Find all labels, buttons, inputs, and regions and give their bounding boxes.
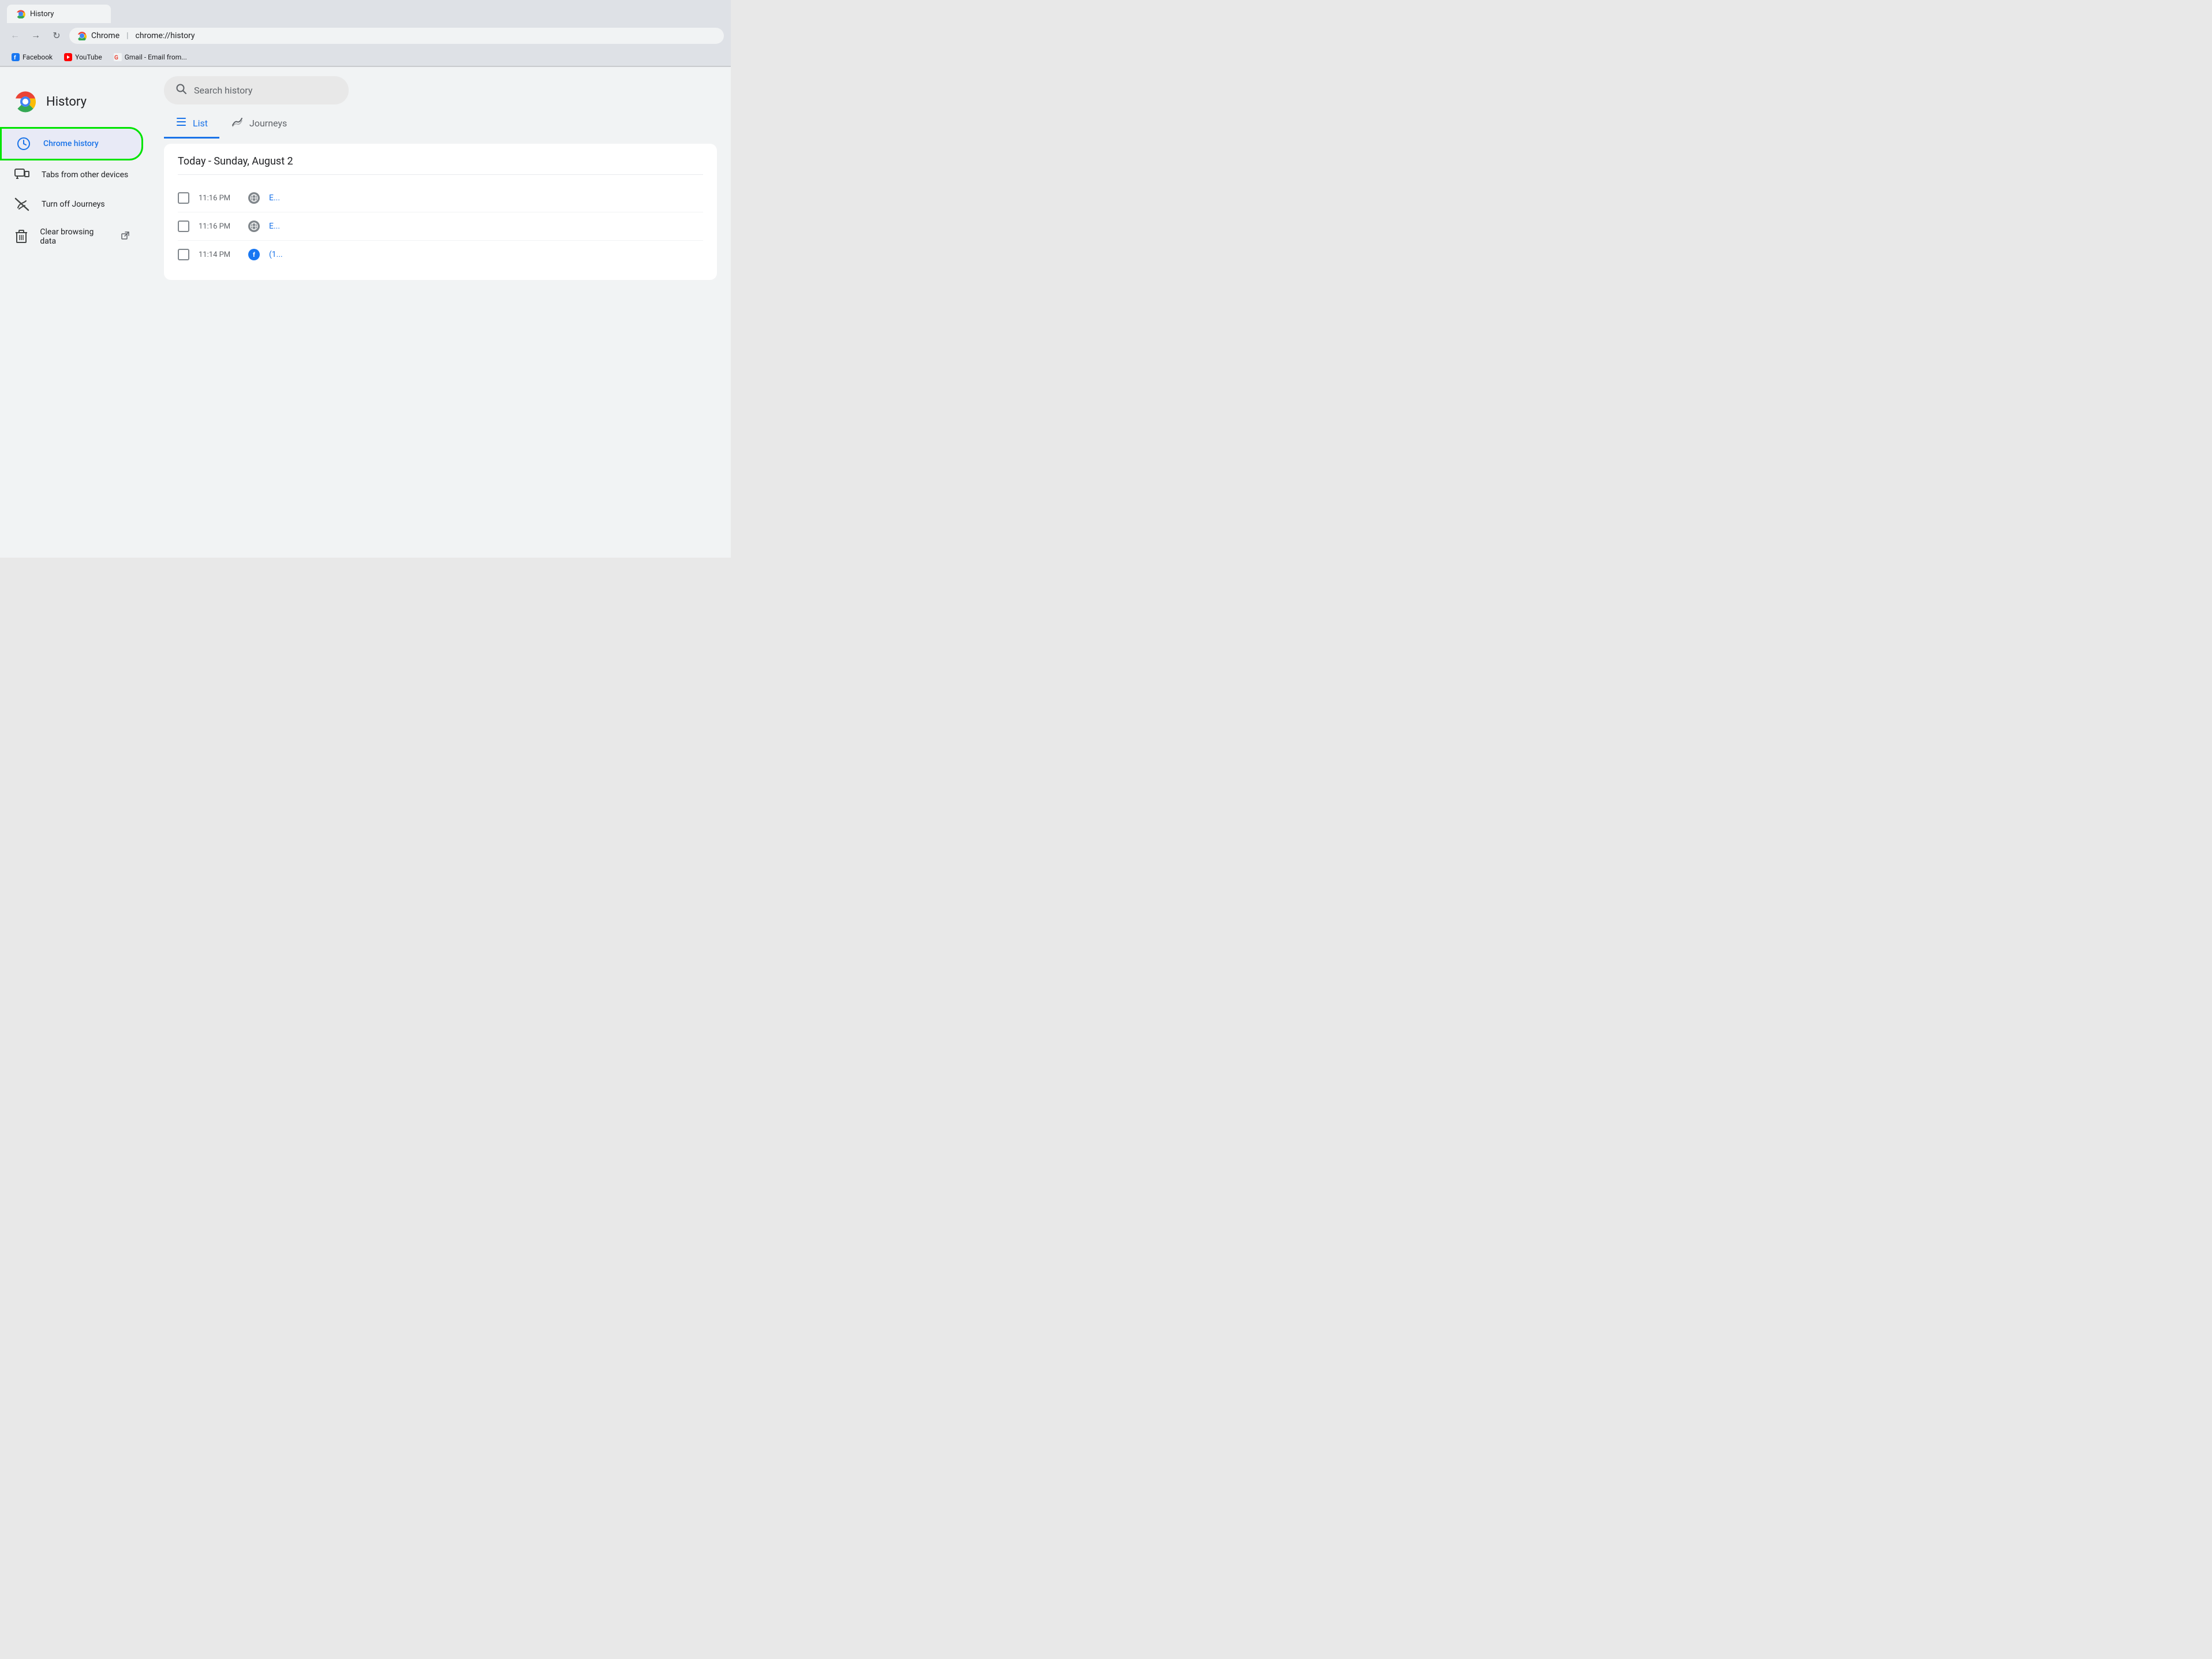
history-checkbox-2[interactable] — [178, 221, 189, 232]
history-row: 11:16 PM E... — [178, 212, 703, 241]
history-row: 11:14 PM f (1... — [178, 241, 703, 268]
tab-journeys[interactable]: Journeys — [219, 109, 298, 139]
facebook-bookmark-icon: f — [12, 53, 20, 61]
search-icon — [175, 83, 187, 98]
sidebar-item-chrome-history[interactable]: Chrome history — [0, 127, 143, 160]
external-link-icon — [121, 231, 129, 242]
history-title-3[interactable]: (1... — [269, 250, 283, 259]
trash-icon — [14, 230, 28, 244]
history-title-2[interactable]: E... — [269, 222, 280, 231]
clock-icon — [16, 137, 32, 151]
youtube-bookmark-icon — [64, 53, 72, 61]
bookmark-facebook[interactable]: f Facebook — [7, 51, 57, 63]
page-header: History — [0, 81, 150, 127]
reload-button[interactable]: ↻ — [48, 28, 65, 44]
sidebar-item-clear-label: Clear browsing data — [40, 227, 105, 246]
gmail-bookmark-label: Gmail - Email from... — [125, 53, 187, 61]
sidebar-item-tabs-other-devices[interactable]: Tabs from other devices — [0, 160, 143, 189]
history-checkbox-3[interactable] — [178, 249, 189, 260]
bookmark-youtube[interactable]: YouTube — [59, 51, 107, 63]
url-separator: | — [126, 31, 128, 40]
history-title-1[interactable]: E... — [269, 193, 280, 203]
history-card: Today - Sunday, August 2 11:16 PM E... 1… — [164, 144, 717, 280]
tab-favicon-icon — [16, 9, 25, 18]
svg-text:G: G — [114, 55, 118, 61]
page-content: History Chrome history Tab — [0, 67, 731, 558]
history-row: 11:16 PM E... — [178, 184, 703, 212]
sidebar-item-tabs-label: Tabs from other devices — [42, 170, 128, 180]
tab-list[interactable]: List — [164, 110, 219, 139]
history-favicon-1 — [248, 192, 260, 204]
youtube-bookmark-label: YouTube — [75, 53, 102, 61]
history-date-header: Today - Sunday, August 2 — [178, 155, 703, 175]
url-tab-label: Chrome — [91, 31, 119, 40]
facebook-bookmark-label: Facebook — [23, 53, 53, 61]
devices-icon — [14, 169, 30, 181]
active-tab[interactable]: History — [7, 5, 111, 23]
view-tabs: List Journeys — [164, 109, 717, 139]
page-title: History — [46, 95, 87, 109]
bookmarks-bar: f Facebook YouTube G Gmail - Email from.… — [0, 48, 731, 66]
sidebar-item-chrome-history-label: Chrome history — [43, 139, 99, 148]
sidebar-item-clear-browsing-data[interactable]: Clear browsing data — [0, 219, 143, 254]
tab-journeys-label: Journeys — [249, 118, 287, 129]
history-time-2: 11:16 PM — [199, 222, 239, 231]
search-placeholder-text: Search history — [194, 85, 252, 96]
back-button[interactable]: ← — [7, 28, 23, 44]
address-bar[interactable]: Chrome | chrome://history — [69, 28, 724, 44]
tab-bar: History — [0, 0, 731, 23]
forward-button[interactable]: → — [28, 28, 44, 44]
tab-title-label: History — [30, 10, 54, 18]
bookmark-gmail[interactable]: G Gmail - Email from... — [109, 51, 192, 63]
history-checkbox-1[interactable] — [178, 192, 189, 204]
main-content: Search history List — [150, 67, 731, 558]
search-bar[interactable]: Search history — [164, 76, 349, 104]
list-icon — [175, 117, 187, 130]
svg-text:f: f — [14, 55, 16, 61]
site-security-icon — [77, 31, 87, 40]
journeys-icon — [231, 116, 244, 130]
navigation-bar: ← → ↻ Chrome | chrome://history — [0, 23, 731, 48]
tab-list-label: List — [193, 118, 208, 129]
sidebar-item-turn-off-journeys[interactable]: Turn off Journeys — [0, 189, 143, 219]
history-favicon-3: f — [248, 249, 260, 260]
history-time-1: 11:16 PM — [199, 194, 239, 203]
chrome-logo-icon — [14, 90, 37, 113]
sidebar-item-journeys-label: Turn off Journeys — [42, 200, 105, 209]
sidebar: History Chrome history Tab — [0, 67, 150, 558]
journeys-off-icon — [14, 197, 30, 211]
url-text: chrome://history — [136, 31, 195, 40]
history-favicon-2 — [248, 221, 260, 232]
gmail-bookmark-icon: G — [114, 53, 122, 61]
history-time-3: 11:14 PM — [199, 251, 239, 259]
